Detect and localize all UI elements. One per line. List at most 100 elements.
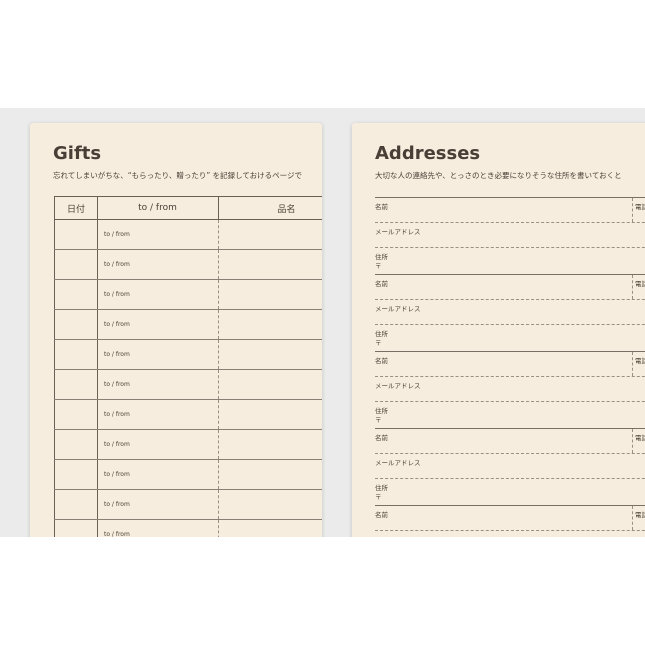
tofrom-cell[interactable]: to / from (97, 490, 219, 519)
tofrom-label: to / from (104, 321, 130, 328)
phone-label: 電話 (632, 198, 645, 222)
tofrom-label: to / from (104, 351, 130, 358)
table-row: to / from (54, 400, 322, 430)
item-cell[interactable] (219, 250, 322, 279)
tofrom-label: to / from (104, 261, 130, 268)
table-row: to / from (54, 250, 322, 280)
zip-label: 〒 (375, 493, 382, 501)
item-cell[interactable] (219, 520, 322, 537)
name-label: 名前 (375, 203, 388, 211)
zip-label: 〒 (375, 339, 382, 347)
date-cell[interactable] (54, 460, 98, 489)
column-header-tofrom: to / from (97, 197, 219, 219)
table-row: to / from (54, 370, 322, 400)
email-label: メールアドレス (375, 305, 421, 313)
name-label: 名前 (375, 511, 388, 519)
zip-label: 〒 (375, 262, 382, 270)
table-row: to / from (54, 430, 322, 460)
item-cell[interactable] (219, 490, 322, 519)
tofrom-cell[interactable]: to / from (97, 520, 219, 537)
item-cell[interactable] (219, 340, 322, 369)
divider (375, 530, 645, 531)
address-entry: 名前電話メールアドレス住所〒 (375, 197, 645, 274)
page-subtitle: 大切な人の連絡先や、とっさのとき必要になりそうな住所を書いておくと (375, 171, 622, 180)
table-row: to / from (54, 460, 322, 490)
address-entry: 名前電話メールアドレス住所〒 (375, 505, 645, 537)
page-title: Gifts (53, 143, 102, 164)
tofrom-cell[interactable]: to / from (97, 310, 219, 339)
tofrom-cell[interactable]: to / from (97, 370, 219, 399)
table-row: to / from (54, 520, 322, 537)
tofrom-cell[interactable]: to / from (97, 400, 219, 429)
date-cell[interactable] (54, 400, 98, 429)
tofrom-cell[interactable]: to / from (97, 250, 219, 279)
tofrom-label: to / from (104, 531, 130, 537)
divider (375, 299, 645, 300)
date-cell[interactable] (54, 340, 98, 369)
divider (375, 401, 645, 402)
tofrom-label: to / from (104, 471, 130, 478)
date-cell[interactable] (54, 430, 98, 459)
tofrom-label: to / from (104, 381, 130, 388)
email-label: メールアドレス (375, 382, 421, 390)
addresses-page: Addresses 大切な人の連絡先や、とっさのとき必要になりそうな住所を書いて… (352, 123, 645, 537)
tofrom-label: to / from (104, 231, 130, 238)
tofrom-cell[interactable]: to / from (97, 460, 219, 489)
item-cell[interactable] (219, 430, 322, 459)
table-row: to / from (54, 280, 322, 310)
item-cell[interactable] (219, 310, 322, 339)
zip-label: 〒 (375, 416, 382, 424)
item-cell[interactable] (219, 220, 322, 249)
column-header-date: 日付 (54, 197, 98, 219)
date-cell[interactable] (54, 280, 98, 309)
date-cell[interactable] (54, 490, 98, 519)
date-cell[interactable] (54, 220, 98, 249)
name-label: 名前 (375, 280, 388, 288)
item-cell[interactable] (219, 460, 322, 489)
tofrom-cell[interactable]: to / from (97, 220, 219, 249)
page-backdrop: Gifts 忘れてしまいがちな、“もらったり、贈ったり” を記録しておけるページ… (0, 108, 645, 537)
address-entry: 名前電話メールアドレス住所〒 (375, 274, 645, 351)
page-title: Addresses (375, 143, 481, 164)
item-cell[interactable] (219, 280, 322, 309)
item-cell[interactable] (219, 400, 322, 429)
address-entry: 名前電話メールアドレス住所〒 (375, 351, 645, 428)
divider (375, 453, 645, 454)
divider (375, 247, 645, 248)
tofrom-label: to / from (104, 501, 130, 508)
divider (375, 324, 645, 325)
divider (375, 222, 645, 223)
tofrom-cell[interactable]: to / from (97, 280, 219, 309)
divider (375, 478, 645, 479)
email-label: メールアドレス (375, 228, 421, 236)
table-header-row: 日付 to / from 品名 (54, 196, 322, 220)
email-label: メールアドレス (375, 534, 421, 537)
name-label: 名前 (375, 434, 388, 442)
gifts-page: Gifts 忘れてしまいがちな、“もらったり、贈ったり” を記録しておけるページ… (30, 123, 322, 537)
table-row: to / from (54, 490, 322, 520)
tofrom-cell[interactable]: to / from (97, 430, 219, 459)
phone-label: 電話 (632, 506, 645, 530)
table-row: to / from (54, 220, 322, 250)
tofrom-label: to / from (104, 411, 130, 418)
phone-label: 電話 (632, 352, 645, 376)
date-cell[interactable] (54, 310, 98, 339)
date-cell[interactable] (54, 370, 98, 399)
name-label: 名前 (375, 357, 388, 365)
phone-label: 電話 (632, 275, 645, 299)
address-list: 名前 電話 メールアドレス 住所〒名前 電話 メールアドレス 住所〒名前 電話 メールアドレス住… (375, 197, 645, 537)
tofrom-cell[interactable]: to / from (97, 340, 219, 369)
table-row: to / from (54, 340, 322, 370)
item-cell[interactable] (219, 370, 322, 399)
tofrom-label: to / from (104, 291, 130, 298)
gifts-table: 日付 to / from 品名 to / from to / from to / f… (54, 196, 322, 537)
address-entry: 名前電話メールアドレス住所〒 (375, 428, 645, 505)
divider (375, 376, 645, 377)
phone-label: 電話 (632, 429, 645, 453)
email-label: メールアドレス (375, 459, 421, 467)
table-row: to / from (54, 310, 322, 340)
date-cell[interactable] (54, 250, 98, 279)
tofrom-label: to / from (104, 441, 130, 448)
page-subtitle: 忘れてしまいがちな、“もらったり、贈ったり” を記録しておけるページで (53, 171, 303, 180)
date-cell[interactable] (54, 520, 98, 537)
